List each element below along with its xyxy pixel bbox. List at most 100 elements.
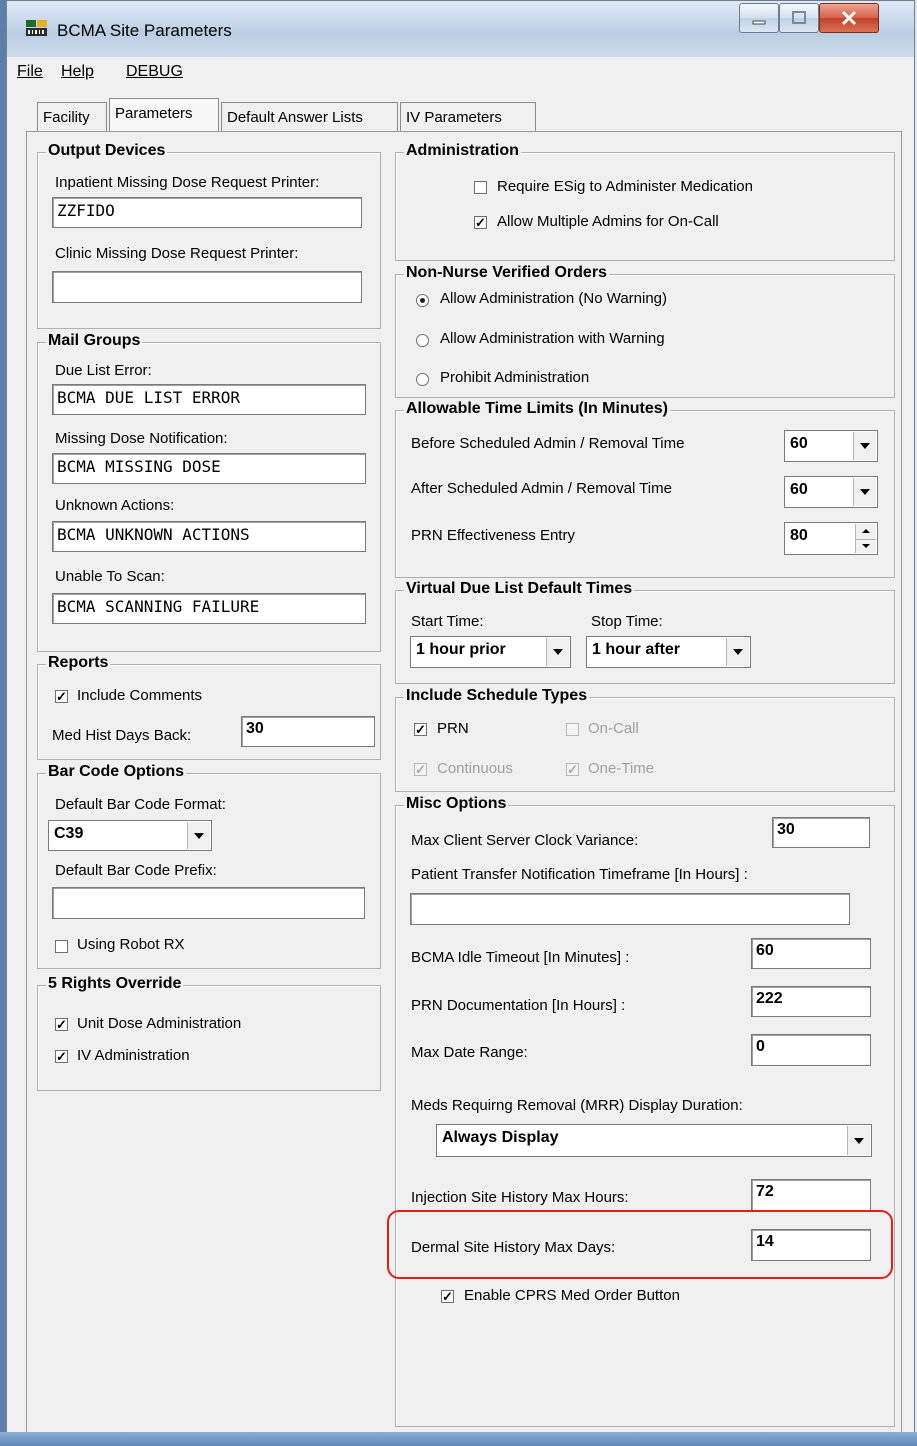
after-scheduled-select[interactable]: 60 <box>784 476 878 508</box>
clock-variance-label: Max Client Server Clock Variance: <box>411 832 639 849</box>
administration-title: Administration <box>404 142 521 160</box>
bcma-app-icon <box>26 20 47 36</box>
mail-groups-title: Mail Groups <box>46 332 143 350</box>
stop-time-select[interactable]: 1 hour after <box>586 636 751 668</box>
radio-allow-no-warning[interactable] <box>416 294 429 307</box>
chevron-down-icon[interactable] <box>726 638 749 666</box>
bar-code-prefix-field[interactable] <box>52 887 365 919</box>
tab-facility[interactable]: Facility <box>37 102 107 132</box>
missing-dose-label: Missing Dose Notification: <box>55 430 228 447</box>
maximize-icon <box>792 11 806 24</box>
radio-allow-no-warning-label: Allow Administration (No Warning) <box>440 290 668 307</box>
clinic-printer-label: Clinic Missing Dose Request Printer: <box>55 245 299 262</box>
inpatient-printer-label: Inpatient Missing Dose Request Printer: <box>55 174 320 191</box>
spin-up-icon[interactable] <box>856 524 876 540</box>
stop-time-label: Stop Time: <box>591 613 663 630</box>
unit-dose-admin-checkbox[interactable]: ✓ <box>55 1018 68 1031</box>
continuous-label: Continuous <box>437 760 513 777</box>
minimize-button[interactable] <box>739 3 779 33</box>
start-time-select[interactable]: 1 hour prior <box>410 636 571 668</box>
bar-code-format-value: C39 <box>54 825 84 842</box>
idle-timeout-label: BCMA Idle Timeout [In Minutes] : <box>411 949 630 966</box>
radio-prohibit[interactable] <box>416 373 429 386</box>
missing-dose-field[interactable]: BCMA MISSING DOSE <box>52 453 366 484</box>
one-time-label: One-Time <box>588 760 655 777</box>
chevron-down-icon[interactable] <box>853 432 876 460</box>
chevron-down-icon[interactable] <box>546 638 569 666</box>
output-devices-title: Output Devices <box>46 142 168 160</box>
menu-debug[interactable]: DEBUG <box>126 63 183 81</box>
window-title: BCMA Site Parameters <box>57 21 232 40</box>
require-esig-label: Require ESig to Administer Medication <box>497 178 753 195</box>
chevron-down-icon[interactable] <box>187 822 210 849</box>
maximize-button[interactable] <box>779 3 819 33</box>
transfer-timeframe-label: Patient Transfer Notification Timeframe … <box>411 866 748 883</box>
max-date-range-label: Max Date Range: <box>411 1044 528 1061</box>
close-button[interactable] <box>819 3 879 33</box>
bar-code-options-title: Bar Code Options <box>46 763 187 781</box>
require-esig-checkbox[interactable] <box>474 181 487 194</box>
mrr-duration-value: Always Display <box>442 1129 559 1146</box>
on-call-checkbox[interactable] <box>566 723 579 736</box>
prn-documentation-field[interactable]: 222 <box>751 986 871 1017</box>
tab-default-answer-lists[interactable]: Default Answer Lists <box>221 102 398 132</box>
taskbar <box>0 1432 917 1446</box>
prn-effectiveness-value: 80 <box>790 527 808 544</box>
start-time-label: Start Time: <box>411 613 484 630</box>
title-bar[interactable]: BCMA Site Parameters <box>7 1 914 58</box>
prn-documentation-label: PRN Documentation [In Hours] : <box>411 997 626 1014</box>
injection-site-field[interactable]: 72 <box>751 1179 871 1211</box>
radio-allow-with-warning[interactable] <box>416 334 429 347</box>
menu-file[interactable]: File <box>17 63 43 81</box>
injection-site-label: Injection Site History Max Hours: <box>411 1189 629 1206</box>
due-list-error-label: Due List Error: <box>55 362 152 379</box>
using-robot-rx-checkbox[interactable] <box>55 940 68 953</box>
bar-code-format-label: Default Bar Code Format: <box>55 796 226 813</box>
prn-effectiveness-spinner[interactable]: 80 <box>784 522 878 555</box>
unknown-actions-label: Unknown Actions: <box>55 497 175 514</box>
mrr-duration-select[interactable]: Always Display <box>436 1124 872 1157</box>
bar-code-format-select[interactable]: C39 <box>48 820 212 851</box>
one-time-checkbox[interactable]: ✓ <box>566 763 579 776</box>
med-hist-label: Med Hist Days Back: <box>52 727 192 744</box>
allow-multiple-admins-checkbox[interactable]: ✓ <box>474 216 487 229</box>
unknown-actions-field[interactable]: BCMA UNKNOWN ACTIONS <box>52 521 366 552</box>
reports-title: Reports <box>46 654 111 672</box>
enable-cprs-checkbox[interactable]: ✓ <box>441 1290 454 1303</box>
max-date-range-field[interactable]: 0 <box>751 1034 871 1066</box>
chevron-down-icon[interactable] <box>853 478 876 506</box>
allow-multiple-admins-label: Allow Multiple Admins for On-Call <box>497 213 719 230</box>
close-icon <box>841 10 857 26</box>
minimize-icon <box>752 20 766 25</box>
before-scheduled-label: Before Scheduled Admin / Removal Time <box>411 435 685 452</box>
clock-variance-field[interactable]: 30 <box>772 817 870 848</box>
schedule-types-group: Include Schedule Types <box>395 687 895 792</box>
tab-parameters[interactable]: Parameters <box>109 98 219 132</box>
continuous-checkbox[interactable]: ✓ <box>414 763 427 776</box>
iv-admin-checkbox[interactable]: ✓ <box>55 1050 68 1063</box>
after-scheduled-label: After Scheduled Admin / Removal Time <box>411 480 672 497</box>
before-scheduled-value: 60 <box>790 435 808 452</box>
chevron-down-icon[interactable] <box>847 1126 870 1155</box>
five-rights-override-title: 5 Rights Override <box>46 975 184 993</box>
spinner-icon[interactable] <box>855 524 876 553</box>
include-comments-checkbox[interactable]: ✓ <box>55 690 68 703</box>
due-list-error-field[interactable]: BCMA DUE LIST ERROR <box>52 384 366 415</box>
menu-help[interactable]: Help <box>61 63 94 81</box>
transfer-timeframe-field[interactable] <box>410 893 850 925</box>
iv-admin-label: IV Administration <box>77 1047 190 1064</box>
med-hist-days-field[interactable]: 30 <box>241 716 375 747</box>
enable-cprs-label: Enable CPRS Med Order Button <box>464 1287 680 1304</box>
on-call-label: On-Call <box>588 720 639 737</box>
after-scheduled-value: 60 <box>790 481 808 498</box>
unable-to-scan-field[interactable]: BCMA SCANNING FAILURE <box>52 593 366 624</box>
prn-checkbox[interactable]: ✓ <box>414 723 427 736</box>
clinic-printer-field[interactable] <box>52 271 362 303</box>
spin-down-icon[interactable] <box>856 539 876 554</box>
idle-timeout-field[interactable]: 60 <box>751 938 871 969</box>
non-nurse-verified-title: Non-Nurse Verified Orders <box>404 264 609 282</box>
inpatient-printer-field[interactable]: ZZFIDO <box>52 197 362 228</box>
tab-iv-parameters[interactable]: IV Parameters <box>400 102 536 132</box>
prn-label: PRN <box>437 720 469 737</box>
before-scheduled-select[interactable]: 60 <box>784 430 878 462</box>
